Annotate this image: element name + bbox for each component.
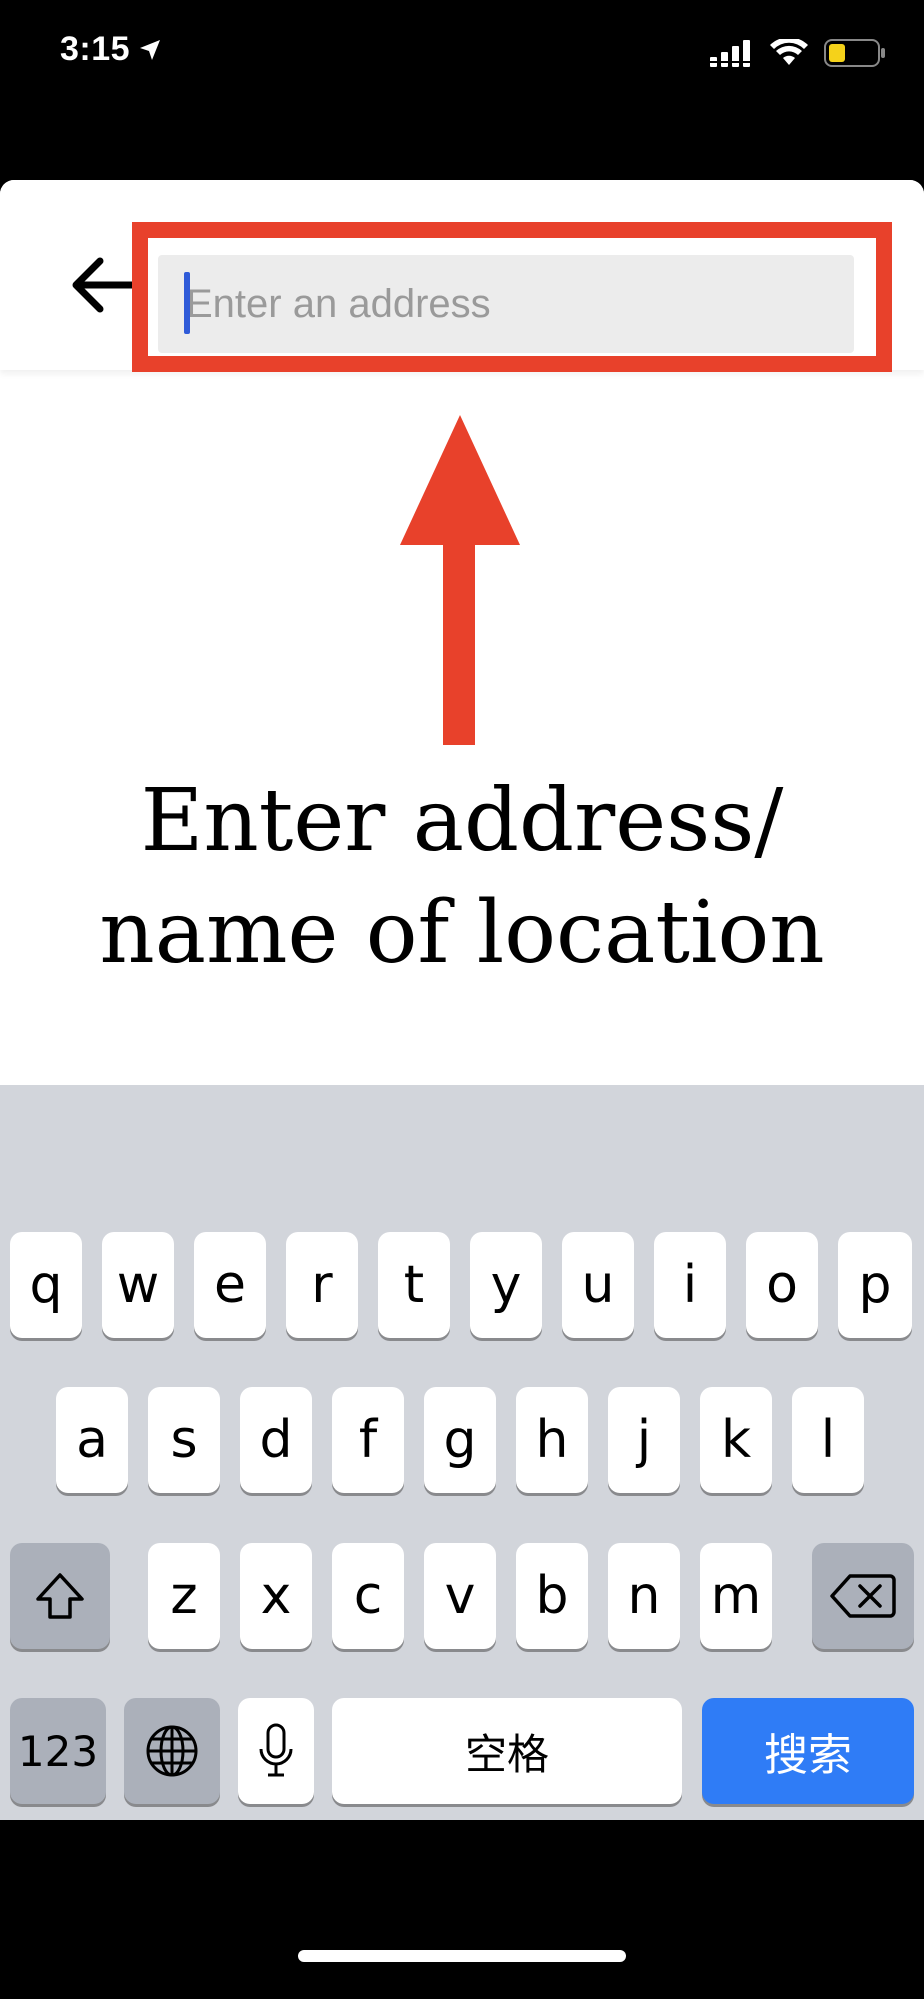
backspace-icon [830, 1574, 896, 1618]
key-w[interactable]: w [102, 1232, 174, 1338]
annotation-line-2: name of location [99, 883, 825, 983]
globe-icon [146, 1725, 198, 1777]
key-h[interactable]: h [516, 1387, 588, 1493]
key-z[interactable]: z [148, 1543, 220, 1649]
key-d[interactable]: d [240, 1387, 312, 1493]
microphone-key[interactable] [238, 1698, 314, 1804]
key-q[interactable]: q [10, 1232, 82, 1338]
globe-key[interactable] [124, 1698, 220, 1804]
key-f[interactable]: f [332, 1387, 404, 1493]
key-k[interactable]: k [700, 1387, 772, 1493]
key-y[interactable]: y [470, 1232, 542, 1338]
status-time: 3:15 [60, 30, 162, 69]
key-x[interactable]: x [240, 1543, 312, 1649]
annotation-line-1: Enter address/ [140, 771, 784, 871]
status-time-text: 3:15 [60, 30, 131, 68]
location-arrow-icon [140, 39, 161, 60]
shift-key[interactable] [10, 1543, 110, 1649]
key-s[interactable]: s [148, 1387, 220, 1493]
key-u[interactable]: u [562, 1232, 634, 1338]
key-l[interactable]: l [792, 1387, 864, 1493]
key-r[interactable]: r [286, 1232, 358, 1338]
back-arrow-icon [72, 257, 136, 313]
key-m[interactable]: m [700, 1543, 772, 1649]
key-j[interactable]: j [608, 1387, 680, 1493]
numbers-key[interactable]: 123 [10, 1698, 106, 1804]
search-key[interactable]: 搜索 [702, 1698, 914, 1804]
annotation-text: Enter address/ name of location [0, 765, 924, 989]
shift-icon [36, 1573, 84, 1619]
microphone-icon [259, 1723, 293, 1777]
key-t[interactable]: t [378, 1232, 450, 1338]
status-icons [710, 38, 886, 68]
keyboard: q w e r t y u i o p a s d f g h j k l z … [0, 1085, 924, 1820]
key-p[interactable]: p [838, 1232, 912, 1338]
key-b[interactable]: b [516, 1543, 588, 1649]
space-key[interactable]: 空格 [332, 1698, 682, 1804]
key-c[interactable]: c [332, 1543, 404, 1649]
annotation-arrow [400, 415, 520, 745]
key-g[interactable]: g [424, 1387, 496, 1493]
key-v[interactable]: v [424, 1543, 496, 1649]
key-a[interactable]: a [56, 1387, 128, 1493]
battery-icon [824, 39, 885, 67]
key-o[interactable]: o [746, 1232, 818, 1338]
home-indicator [298, 1950, 626, 1962]
cellular-signal-icon [710, 40, 754, 67]
annotation-highlight-box [132, 222, 892, 372]
back-button[interactable] [68, 250, 138, 320]
wifi-icon [770, 39, 808, 65]
delete-key[interactable] [812, 1543, 914, 1649]
key-n[interactable]: n [608, 1543, 680, 1649]
key-i[interactable]: i [654, 1232, 726, 1338]
key-e[interactable]: e [194, 1232, 266, 1338]
